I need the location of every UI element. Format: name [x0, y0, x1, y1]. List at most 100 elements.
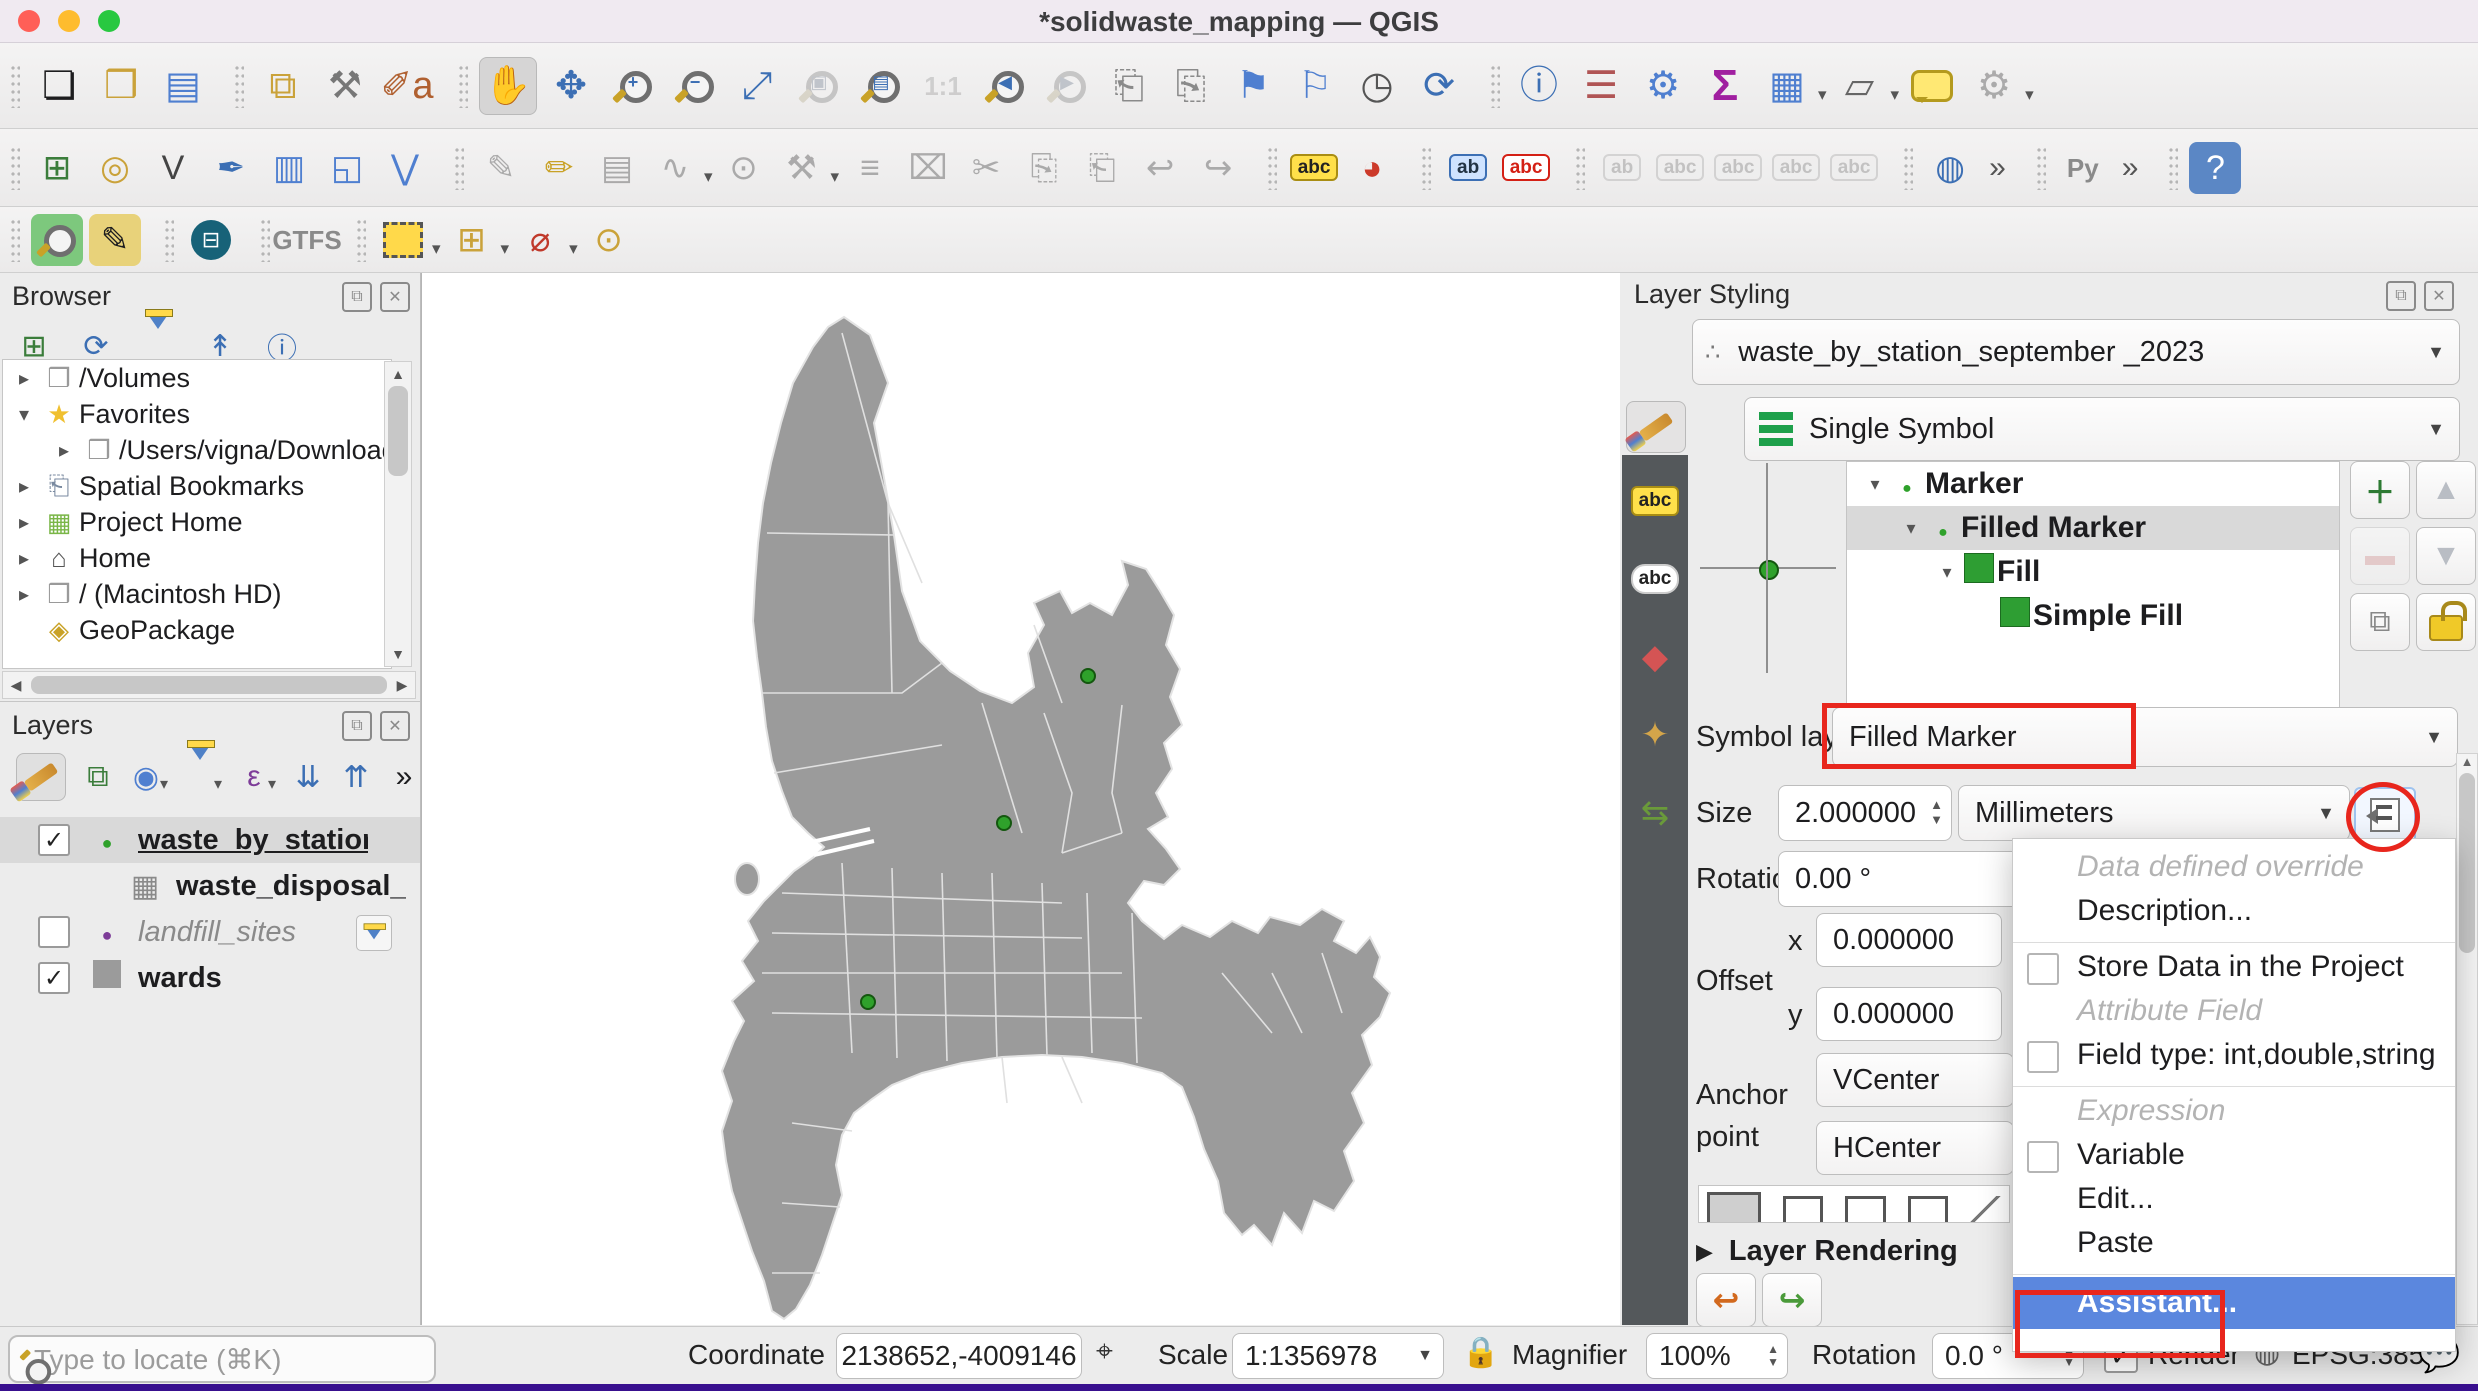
open-attribute-table-dropdown-icon[interactable]: ▾	[1818, 85, 1827, 105]
zoom-last-button[interactable]: ◀	[977, 58, 1033, 114]
collapse-all-layers-button[interactable]: ⇈	[340, 760, 372, 795]
layer-diagrams-button[interactable]: ◕	[1346, 142, 1398, 194]
new-print-layout-button[interactable]: ⧉	[255, 58, 311, 114]
offset-y-input[interactable]: 0.000000	[1816, 987, 2002, 1041]
layer-item-waste-by-station-sep[interactable]: ✓●waste_by_station_sep	[0, 817, 420, 863]
spinner-arrows-icon[interactable]: ▲▼	[1767, 1343, 1779, 1369]
processing-toolbox-button[interactable]: ⚙	[1635, 58, 1691, 114]
add-spatialite-layer-button[interactable]: ▥	[263, 142, 315, 194]
layers-close-icon[interactable]: ✕	[380, 711, 410, 741]
menu-item-field-type-int-double-string[interactable]: Field type: int,double,string	[2013, 1033, 2455, 1077]
osm-edit-button[interactable]: ✎	[89, 214, 141, 266]
metasearch-button[interactable]: ◍	[1924, 142, 1976, 194]
size-input[interactable]: 2.000000 ▲▼	[1778, 785, 1952, 841]
layer-visibility-checkbox[interactable]	[38, 916, 70, 948]
styling-close-icon[interactable]: ✕	[2424, 281, 2454, 311]
remove-symbol-layer-button[interactable]: ▬	[2350, 527, 2410, 585]
move-up-symbol-layer-button[interactable]: ▲	[2416, 461, 2476, 519]
browser-float-icon[interactable]: ⧉	[342, 282, 372, 312]
browser-item--volumes[interactable]: ▸❒/Volumes	[3, 360, 391, 396]
browser-horizontal-scrollbar[interactable]: ◀▶	[2, 671, 416, 699]
menu-item-assistant[interactable]: Assistant...	[2013, 1277, 2455, 1329]
filter-by-expression-dropdown-icon[interactable]: ▾	[268, 774, 276, 794]
copy-features-button[interactable]: ⎘	[1018, 142, 1070, 194]
manage-map-themes-dropdown-icon[interactable]: ▾	[160, 774, 168, 794]
masks-tab[interactable]: abc	[1629, 557, 1681, 601]
anchor-vertical-select[interactable]: VCenter	[1816, 1053, 2014, 1107]
view-3d-tab[interactable]: ◆	[1629, 635, 1681, 679]
pan-to-selection-button[interactable]: ✥	[543, 58, 599, 114]
refresh-map-button[interactable]: ⟳	[1411, 58, 1467, 114]
expand-arrow-icon[interactable]: ▸	[9, 546, 39, 571]
layer-filter-indicator-icon[interactable]	[356, 915, 392, 951]
pin-unpin-labels-button[interactable]: ab	[1596, 142, 1648, 194]
measure-dropdown-icon[interactable]: ▾	[1891, 85, 1900, 105]
identify-features-button[interactable]: ⓘ	[1511, 58, 1567, 114]
styling-float-icon[interactable]: ⧉	[2386, 281, 2416, 311]
transit-tool-button[interactable]: ⊟	[185, 214, 237, 266]
filter-legend-button[interactable]	[184, 760, 216, 794]
zoom-native-button[interactable]: 1:1	[915, 58, 971, 114]
zoom-to-layer-button[interactable]: ▤	[853, 58, 909, 114]
styling-vertical-scrollbar[interactable]: ▲	[2456, 753, 2478, 1325]
layer-labeling-button[interactable]: abc	[1288, 142, 1340, 194]
expand-arrow-icon[interactable]: ▸	[9, 582, 39, 607]
symbol-tree-item-filled-marker[interactable]: ▾●Filled Marker	[1847, 506, 2339, 550]
modify-attributes-button[interactable]: ⚒	[776, 142, 828, 194]
zoom-in-button[interactable]: +	[605, 58, 661, 114]
filter-legend-dropdown-icon[interactable]: ▾	[214, 774, 222, 794]
layer-item-wards[interactable]: ✓wards	[0, 955, 420, 1001]
locate-search-input[interactable]: Type to locate (⌘K)	[8, 1335, 436, 1383]
show-sum-button[interactable]: Σ	[1697, 58, 1753, 114]
add-postgis-layer-button[interactable]: ✒	[205, 142, 257, 194]
duplicate-symbol-layer-button[interactable]: ⧉	[2350, 593, 2410, 651]
filter-browser-button[interactable]	[140, 329, 176, 363]
show-spatial-bookmarks-button[interactable]: ⎘	[1163, 58, 1219, 114]
pan-map-button[interactable]: ✋	[479, 57, 537, 115]
deselect-features-button[interactable]: ⌀	[514, 214, 566, 266]
overflow-button[interactable]: »	[388, 760, 420, 794]
expand-arrow-icon[interactable]: ▾	[1861, 474, 1889, 495]
gtfs-plugin-button[interactable]: GTFS	[281, 214, 333, 266]
run-feature-action-dropdown-icon[interactable]: ▾	[2025, 85, 2034, 105]
save-layer-edits-button[interactable]: ▤	[591, 142, 643, 194]
menu-item-paste[interactable]: Paste	[2013, 1221, 2455, 1265]
new-spatial-bookmark-button[interactable]: ⎗	[1101, 58, 1157, 114]
open-project-button[interactable]: ❒	[93, 58, 149, 114]
magnifier-input[interactable]: 100% ▲▼	[1646, 1333, 1788, 1379]
quickmap-search-button[interactable]	[31, 214, 83, 266]
menu-item-edit[interactable]: Edit...	[2013, 1177, 2455, 1221]
add-symbol-layer-button[interactable]: ＋	[2350, 461, 2410, 519]
show-hide-labels-button[interactable]: abc	[1654, 142, 1706, 194]
rotation-input[interactable]: 0.00 °	[1778, 851, 2030, 907]
symbol-preset-selected[interactable]	[1707, 1192, 1761, 1223]
coordinate-input[interactable]: 2138652,-4009146	[836, 1333, 1082, 1379]
select-by-value-dropdown-icon[interactable]: ▾	[501, 239, 510, 259]
modify-attributes-dropdown-icon[interactable]: ▾	[831, 167, 840, 187]
symbol-preset[interactable]	[1783, 1196, 1823, 1223]
symbol-layer-type-select[interactable]: Filled Marker ▼	[1832, 707, 2458, 767]
select-features-dropdown-icon[interactable]: ▾	[432, 239, 441, 259]
spinner-arrows-icon[interactable]: ▲▼	[1930, 798, 1943, 828]
measure-button[interactable]: ▱	[1832, 58, 1888, 114]
expand-all-button[interactable]: ⇊	[292, 760, 324, 795]
run-feature-action-button[interactable]: ⚙	[1966, 58, 2022, 114]
expand-arrow-icon[interactable]: ▾	[9, 402, 39, 427]
open-attribute-table-button[interactable]: ▦	[1759, 58, 1815, 114]
redo-style-button[interactable]: ↪	[1762, 1273, 1822, 1327]
digitize-with-segment-dropdown-icon[interactable]: ▾	[704, 167, 713, 187]
add-virtual-layer-button[interactable]: ⋁	[379, 142, 431, 194]
cut-features-button[interactable]: ✂	[960, 142, 1012, 194]
toolbar-overflow-icon[interactable]: »	[1989, 151, 2006, 185]
lock-scale-icon[interactable]: 🔒	[1462, 1335, 1499, 1370]
style-manager-button[interactable]: ✐a	[379, 58, 435, 114]
add-delimited-text-layer-button[interactable]: V	[147, 142, 199, 194]
labels-tab[interactable]: abc	[1629, 479, 1681, 523]
delete-selected-button[interactable]: ⌧	[902, 142, 954, 194]
expand-arrow-icon[interactable]: ▸	[9, 474, 39, 499]
layer-item-landfill-sites[interactable]: ●landfill_sites	[0, 909, 420, 955]
statistical-summary-button[interactable]: ☰	[1573, 58, 1629, 114]
browser-item-spatial-bookmarks[interactable]: ▸⎗Spatial Bookmarks	[3, 468, 391, 504]
symbol-preset[interactable]	[1908, 1196, 1948, 1223]
move-down-symbol-layer-button[interactable]: ▼	[2416, 527, 2476, 585]
